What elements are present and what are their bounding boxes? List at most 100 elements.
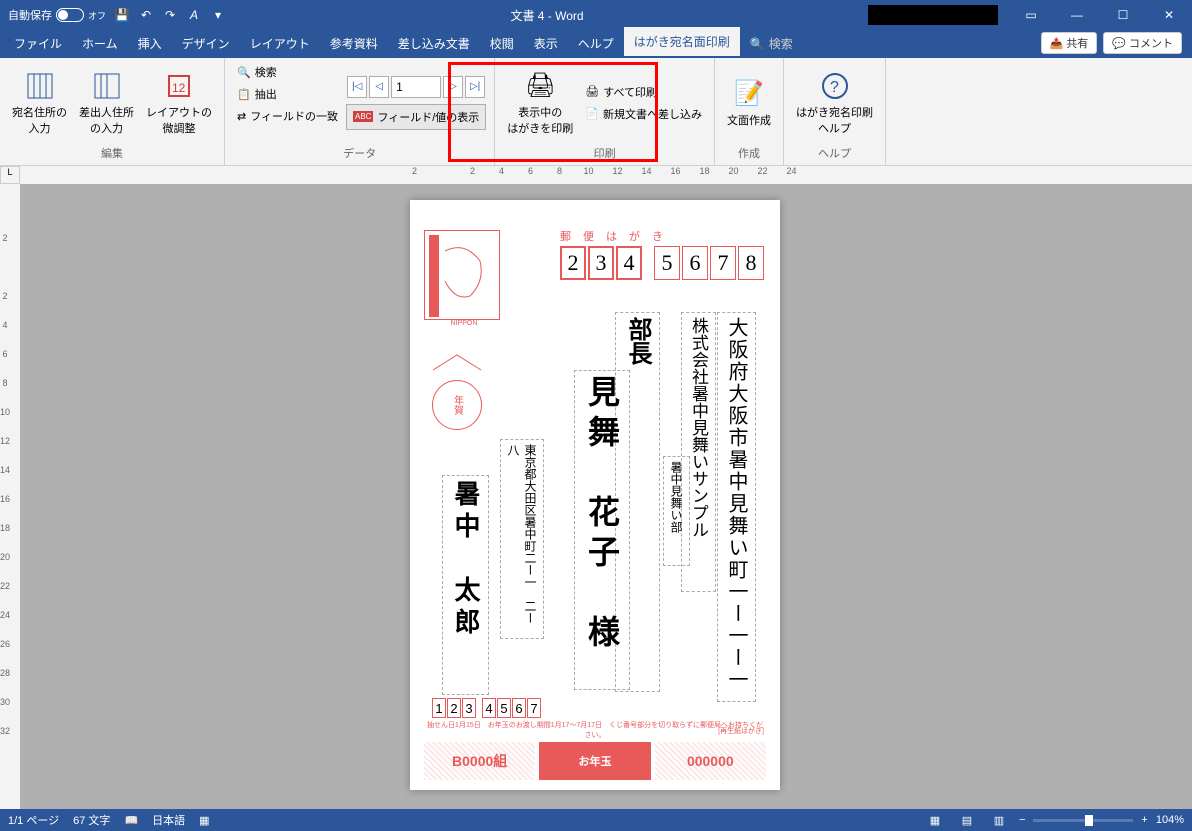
create-text-button[interactable]: 📝 文面作成 <box>723 62 775 143</box>
zoom-slider[interactable] <box>1033 819 1133 822</box>
tab-home[interactable]: ホーム <box>72 29 128 58</box>
proofing-icon[interactable]: 📖 <box>124 814 138 827</box>
printer-icon: 🖨 <box>524 70 556 102</box>
tab-help[interactable]: ヘルプ <box>568 29 624 58</box>
field-match-button[interactable]: ⇄フィールドの一致 <box>233 106 342 126</box>
redo-icon[interactable]: ↷ <box>162 7 178 23</box>
sender-postal-code[interactable]: 1234567 <box>432 698 541 718</box>
create-icon: 📝 <box>733 78 765 110</box>
lottery-left: B0000組 <box>424 742 535 780</box>
comment-icon: 💬 <box>1112 37 1126 50</box>
sender-postal-digit[interactable]: 7 <box>527 698 541 718</box>
zoom-level[interactable]: 104% <box>1156 814 1184 826</box>
sender-postal-digit[interactable]: 2 <box>447 698 461 718</box>
document-area[interactable]: 郵便はがき 2345678 NIPPON 年賀 大阪府大阪市暑中見舞い町一ー一ー… <box>20 184 1192 809</box>
ruler-corner: L <box>0 166 20 184</box>
sender-address-button[interactable]: 差出人住所 の入力 <box>75 62 138 143</box>
search-box[interactable]: 🔍 検索 <box>740 29 803 58</box>
autosave-toggle[interactable]: 自動保存 オフ <box>8 7 106 23</box>
prev-record-button[interactable]: ◁ <box>369 76 389 98</box>
close-icon[interactable]: ✕ <box>1146 0 1192 30</box>
tab-view[interactable]: 表示 <box>524 29 568 58</box>
language-status[interactable]: 日本語 <box>152 812 185 828</box>
account-redacted <box>868 5 998 25</box>
save-icon[interactable]: 💾 <box>114 7 130 23</box>
postal-digit[interactable]: 3 <box>588 246 614 280</box>
ribbon: 宛名住所の 入力 差出人住所 の入力 12 レイアウトの 微調整 編集 🔍検索 … <box>0 58 1192 166</box>
postal-digit[interactable]: 6 <box>682 246 708 280</box>
sender-address-field[interactable]: 東京都大田区暑中町二ー一 二ー八 <box>500 439 544 639</box>
minimize-icon[interactable]: — <box>1054 0 1100 30</box>
read-mode-icon[interactable]: ▦ <box>923 811 947 829</box>
postal-digit[interactable]: 7 <box>710 246 736 280</box>
lottery-text: 抽せん日1月15日 お年玉のお渡し期間1月17〜7月17日 くじ番号部分を切り取… <box>424 720 766 740</box>
hagaki-help-button[interactable]: ? はがき宛名印刷 ヘルプ <box>792 62 877 143</box>
group-label-help: ヘルプ <box>792 143 877 161</box>
group-label-edit: 編集 <box>8 143 216 161</box>
lottery-center: お年玉 <box>539 742 650 780</box>
hagaki-header-text: 郵便はがき <box>560 228 675 244</box>
postal-digit[interactable]: 2 <box>560 246 586 280</box>
tab-layout[interactable]: レイアウト <box>240 29 320 58</box>
recipient-postal-code[interactable]: 2345678 <box>560 246 764 280</box>
layout-adjust-button[interactable]: 12 レイアウトの 微調整 <box>142 62 216 143</box>
share-button[interactable]: 📤共有 <box>1041 32 1098 54</box>
stamp-image <box>424 230 500 320</box>
sender-name-field[interactable]: 暑中 太郎 <box>442 475 489 695</box>
document-title: 文書 4 - Word <box>226 7 868 24</box>
print-all-icon: 🖨 <box>585 85 599 98</box>
search-icon: 🔍 <box>750 37 765 51</box>
web-layout-icon[interactable]: ▥ <box>987 811 1011 829</box>
group-edit: 宛名住所の 入力 差出人住所 の入力 12 レイアウトの 微調整 編集 <box>0 58 225 165</box>
svg-text:12: 12 <box>172 81 186 95</box>
department-field[interactable]: 暑中見舞い部 <box>663 456 690 566</box>
first-record-button[interactable]: |◁ <box>347 76 367 98</box>
postal-digit[interactable]: 8 <box>738 246 764 280</box>
print-layout-icon[interactable]: ▤ <box>955 811 979 829</box>
postal-digit[interactable]: 5 <box>654 246 680 280</box>
tab-file[interactable]: ファイル <box>4 29 72 58</box>
last-record-button[interactable]: ▷| <box>465 76 485 98</box>
nippon-text: NIPPON <box>424 320 504 327</box>
sender-postal-digit[interactable]: 4 <box>482 698 496 718</box>
macro-icon[interactable]: ▦ <box>199 814 209 827</box>
postal-digit[interactable]: 4 <box>616 246 642 280</box>
word-count[interactable]: 67 文字 <box>73 812 110 828</box>
sender-postal-digit[interactable]: 1 <box>432 698 446 718</box>
record-number-input[interactable] <box>391 76 441 98</box>
zoom-in-button[interactable]: + <box>1141 814 1147 826</box>
zoom-out-button[interactable]: − <box>1019 814 1025 826</box>
share-icon: 📤 <box>1050 37 1064 50</box>
tab-references[interactable]: 参考資料 <box>320 29 388 58</box>
tab-mailings[interactable]: 差し込み文書 <box>388 29 480 58</box>
tab-hagaki[interactable]: はがき宛名面印刷 <box>624 27 740 58</box>
ribbon-tabs: ファイル ホーム 挿入 デザイン レイアウト 参考資料 差し込み文書 校閲 表示… <box>0 30 1192 58</box>
field-display-button[interactable]: ABCフィールド/値の表示 <box>346 104 486 130</box>
maximize-icon[interactable]: ☐ <box>1100 0 1146 30</box>
ribbon-options-icon[interactable]: ▭ <box>1008 0 1054 30</box>
search-button[interactable]: 🔍検索 <box>233 62 342 82</box>
recipient-address-button[interactable]: 宛名住所の 入力 <box>8 62 71 143</box>
undo-icon[interactable]: ↶ <box>138 7 154 23</box>
page-status[interactable]: 1/1 ページ <box>8 812 59 828</box>
tab-review[interactable]: 校閲 <box>480 29 524 58</box>
lottery-right: 000000 <box>655 742 766 780</box>
lottery-strip: B0000組 お年玉 000000 <box>424 742 766 780</box>
tab-design[interactable]: デザイン <box>172 29 240 58</box>
recipient-address-field[interactable]: 大阪府大阪市暑中見舞い町一ー一ー一 <box>717 312 756 702</box>
vertical-ruler[interactable]: 22468101214161820222426283032 <box>0 184 20 809</box>
tab-insert[interactable]: 挿入 <box>128 29 172 58</box>
print-current-button[interactable]: 🖨 表示中の はがきを印刷 <box>503 62 577 143</box>
extract-button[interactable]: 📋抽出 <box>233 84 342 104</box>
qat-more-icon[interactable]: ▾ <box>210 7 226 23</box>
recipient-name-field[interactable]: 見舞 花子 様 <box>574 370 630 690</box>
sender-postal-digit[interactable]: 6 <box>512 698 526 718</box>
comment-button[interactable]: 💬コメント <box>1103 32 1182 54</box>
horizontal-ruler[interactable]: 224681012141618202224 <box>20 166 1192 184</box>
font-icon[interactable]: A <box>186 7 202 23</box>
sender-postal-digit[interactable]: 3 <box>462 698 476 718</box>
next-record-button[interactable]: ▷ <box>443 76 463 98</box>
sender-postal-digit[interactable]: 5 <box>497 698 511 718</box>
print-all-button[interactable]: 🖨すべて印刷 <box>581 82 706 102</box>
merge-new-button[interactable]: 📄新規文書へ差し込み <box>581 104 706 124</box>
